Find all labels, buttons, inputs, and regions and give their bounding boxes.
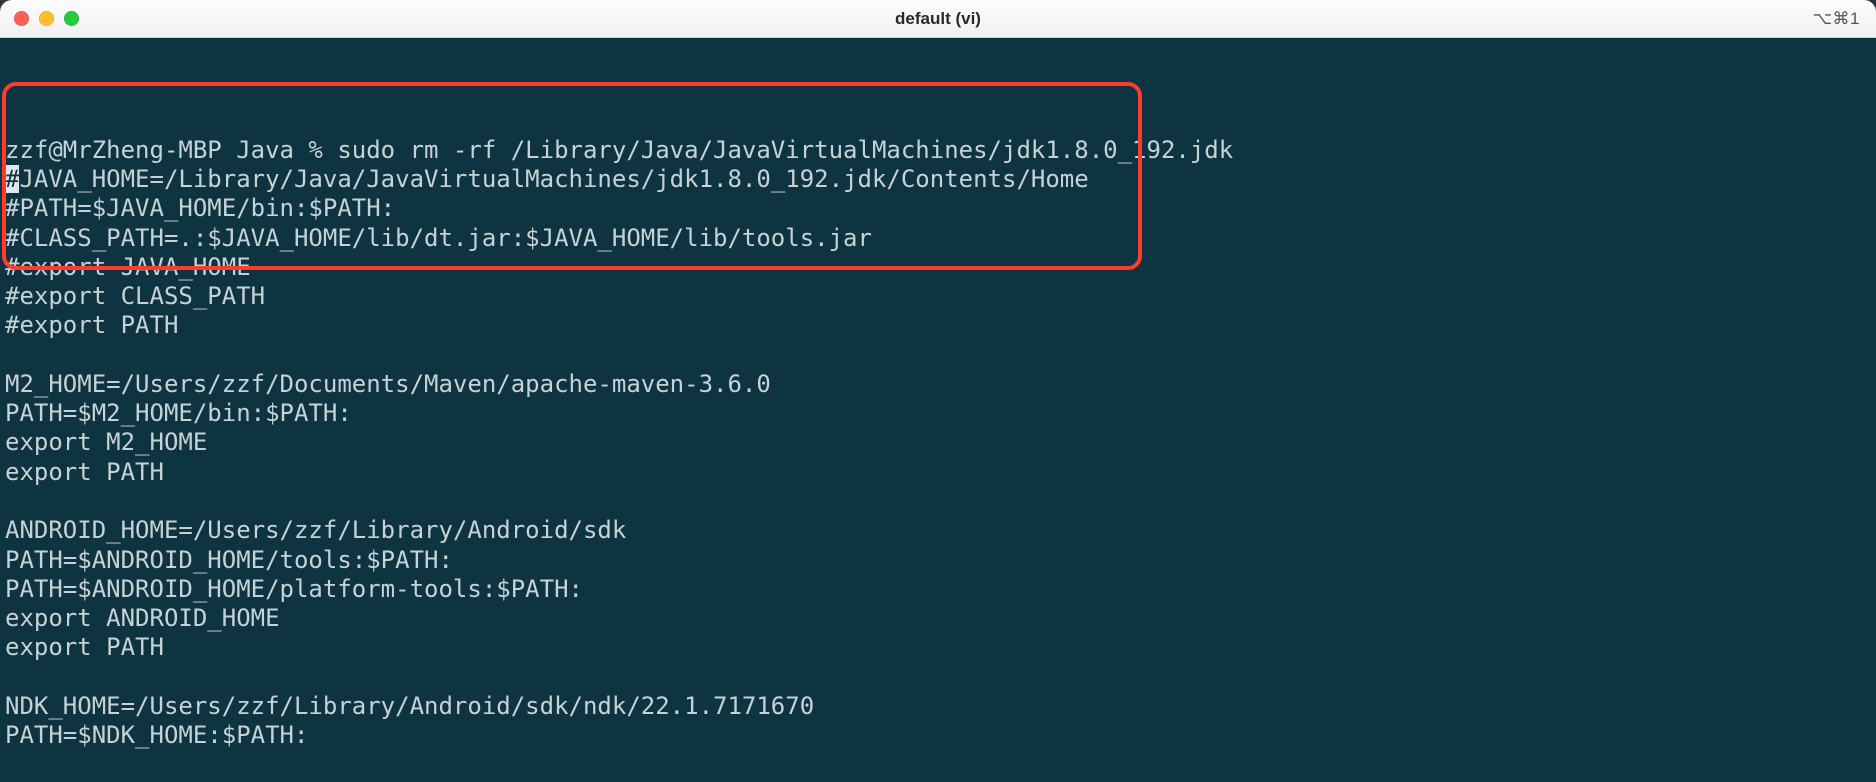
terminal-line: #PATH=$JAVA_HOME/bin:$PATH: [5,194,1871,223]
terminal-line: #CLASS_PATH=.:$JAVA_HOME/lib/dt.jar:$JAV… [5,224,1871,253]
window-shortcut-hint: ⌥⌘1 [1812,9,1860,29]
terminal-line: PATH=$M2_HOME/bin:$PATH: [5,399,1871,428]
terminal-line: export ANDROID_HOME [5,604,1871,633]
terminal-line: PATH=$ANDROID_HOME/platform-tools:$PATH: [5,575,1871,604]
close-icon[interactable] [14,11,29,26]
terminal-line: ANDROID_HOME=/Users/zzf/Library/Android/… [5,516,1871,545]
terminal-line: #export PATH [5,311,1871,340]
terminal-line: #JAVA_HOME=/Library/Java/JavaVirtualMach… [5,165,1871,194]
terminal-line: M2_HOME=/Users/zzf/Documents/Maven/apach… [5,370,1871,399]
terminal-line: #export CLASS_PATH [5,282,1871,311]
terminal-line: PATH=$ANDROID_HOME/tools:$PATH: [5,546,1871,575]
minimize-icon[interactable] [39,11,54,26]
terminal-line: export PATH [5,633,1871,662]
traffic-lights [14,11,79,26]
terminal-line: #export JAVA_HOME [5,253,1871,282]
terminal-line [5,341,1871,370]
terminal-line: export PATH [5,458,1871,487]
terminal-cursor: # [5,165,19,193]
terminal-line [5,663,1871,692]
window-title: default (vi) [895,9,981,29]
terminal-line: zzf@MrZheng-MBP Java % sudo rm -rf /Libr… [5,136,1871,165]
window-titlebar[interactable]: default (vi) ⌥⌘1 [0,0,1876,38]
terminal-window: default (vi) ⌥⌘1 zzf@MrZheng-MBP Java % … [0,0,1876,782]
terminal-line [5,487,1871,516]
terminal-line: PATH=$NDK_HOME:$PATH: [5,721,1871,750]
terminal-body[interactable]: zzf@MrZheng-MBP Java % sudo rm -rf /Libr… [0,38,1876,782]
maximize-icon[interactable] [64,11,79,26]
terminal-line: NDK_HOME=/Users/zzf/Library/Android/sdk/… [5,692,1871,721]
terminal-line: export M2_HOME [5,428,1871,457]
